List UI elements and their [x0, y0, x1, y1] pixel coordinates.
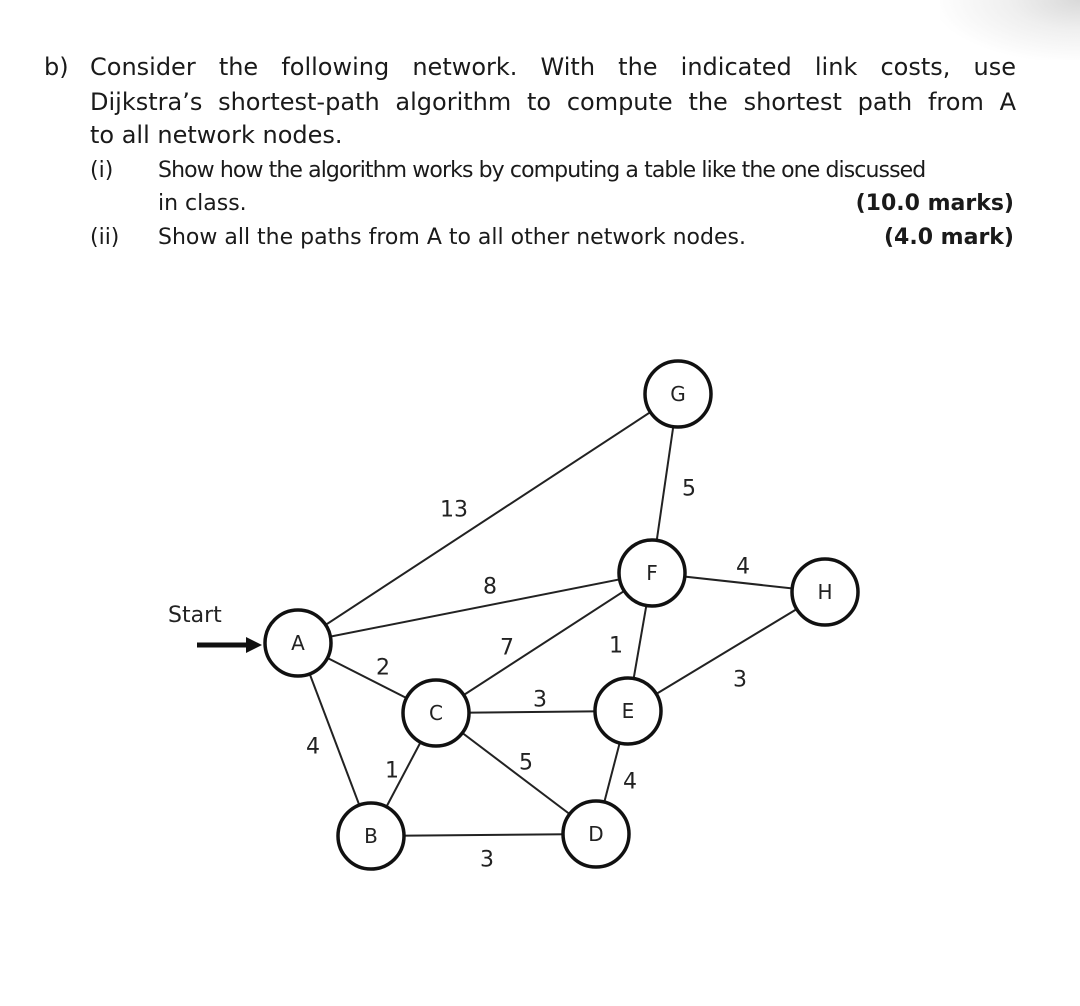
edge-weight-f-e: 1: [609, 634, 623, 659]
edge-weight-a-b: 4: [306, 735, 320, 760]
node-label: B: [364, 824, 378, 848]
edge-weight-g-f: 5: [682, 477, 696, 502]
node-label: D: [588, 822, 603, 846]
node-e: E: [593, 676, 663, 746]
node-d: D: [561, 799, 631, 869]
node-c: C: [401, 678, 471, 748]
node-b: B: [336, 801, 406, 871]
node-f: F: [617, 538, 687, 608]
start-indicator: Start: [168, 603, 262, 653]
node-h: H: [790, 557, 860, 627]
start-arrow-icon: [246, 637, 262, 653]
node-label: E: [622, 699, 635, 723]
edge-weight-b-d: 3: [480, 848, 494, 873]
edge-weight-c-e: 3: [533, 688, 547, 713]
node-label: C: [429, 701, 443, 725]
edge-weight-e-h: 3: [733, 668, 747, 693]
edge-weight-a-f: 8: [483, 575, 497, 600]
node-label: G: [670, 382, 686, 406]
edge-weight-a-g: 13: [440, 498, 468, 523]
node-label: F: [646, 561, 658, 585]
edges-layer: [297, 393, 826, 837]
edge-weight-a-c: 2: [376, 656, 390, 681]
edge-weight-b-c: 1: [385, 759, 399, 784]
edge-weight-c-f: 7: [500, 636, 514, 661]
edge-weight-c-d: 5: [519, 751, 533, 776]
start-label: Start: [168, 603, 222, 628]
network-graph: 138241373514543 ABCDEFGH Start: [168, 359, 860, 873]
edge-weight-f-h: 4: [736, 555, 750, 580]
edge-weight-e-d: 4: [623, 770, 637, 795]
node-label: A: [291, 631, 305, 655]
node-g: G: [643, 359, 713, 429]
node-a: A: [263, 608, 333, 678]
node-label: H: [817, 580, 832, 604]
